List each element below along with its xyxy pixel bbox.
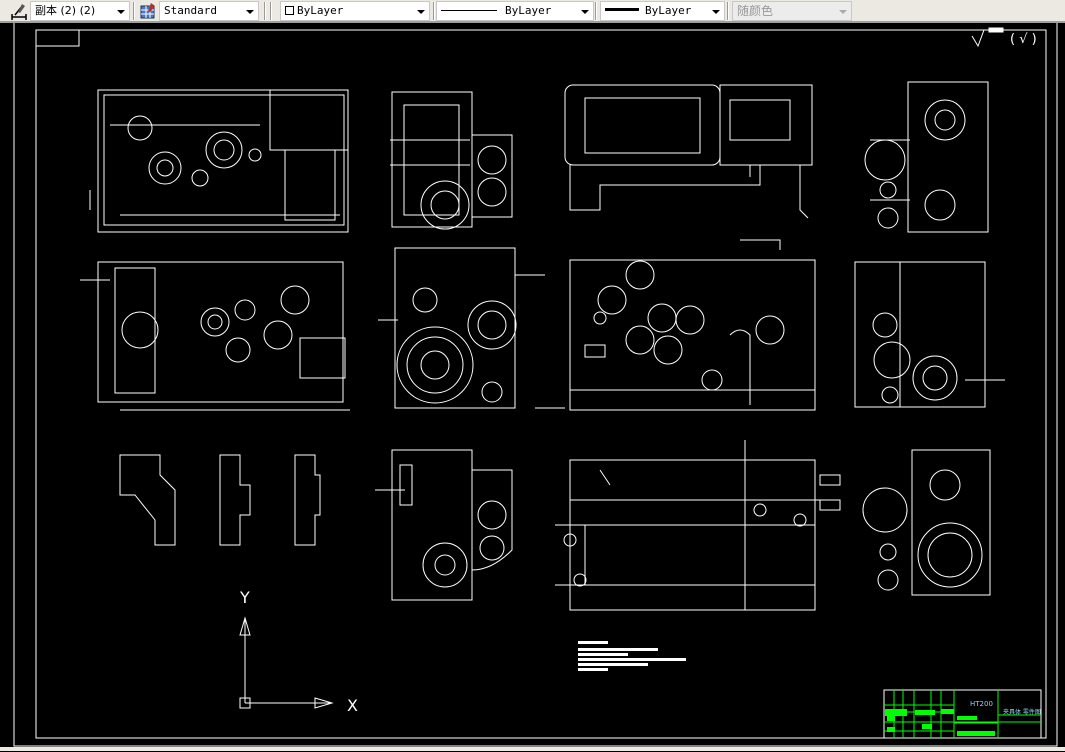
view-12 [862, 449, 991, 596]
drawing-name: 夹具体 零件图 [1003, 708, 1041, 716]
drawing-code: HT200 [970, 700, 993, 708]
chevron-down-icon [417, 10, 425, 14]
ucs-x-label: X [347, 696, 358, 715]
roughness-value [988, 27, 1004, 33]
view-11 [555, 440, 841, 611]
view-6 [378, 247, 545, 409]
view-5 [80, 261, 350, 411]
separator [264, 2, 266, 20]
view-3 [564, 84, 813, 219]
frame-tab [36, 30, 80, 47]
separator [133, 2, 135, 20]
separator [595, 2, 597, 20]
ucs-icon: Y X [239, 588, 358, 715]
outer-border [13, 17, 1058, 747]
drawing-canvas[interactable]: ( √ ) Y X HT200 夹具体 零件图 [0, 17, 1065, 748]
roughness-note: ( √ ) [1010, 32, 1037, 47]
view-8 [854, 261, 1005, 408]
table-style-icon[interactable] [139, 2, 157, 20]
chevron-down-icon [117, 10, 125, 14]
chevron-down-icon [246, 10, 254, 14]
title-block: HT200 夹具体 零件图 [883, 689, 1042, 739]
lineweight-select[interactable]: ByLayer [600, 1, 725, 21]
separator [727, 2, 729, 20]
separator [433, 2, 435, 20]
linetype-select[interactable]: ByLayer [436, 1, 594, 21]
cad-drawing: ( √ ) Y X HT200 夹具体 零件图 [13, 17, 1058, 747]
view-10 [375, 449, 513, 601]
ucs-y-label: Y [239, 588, 250, 607]
dimension-style-select[interactable]: 副本 (2) (2) [30, 1, 130, 21]
layout-tabs-bar[interactable] [0, 747, 1065, 751]
view-1 [89, 89, 349, 233]
separator [270, 2, 272, 20]
properties-toolbar: 副本 (2) (2) Standard ByLayer ByLayer ByLa… [0, 0, 1065, 23]
view-2 [390, 91, 513, 230]
view-4 [864, 81, 989, 233]
table-style-select[interactable]: Standard [159, 1, 259, 21]
chevron-down-icon [712, 10, 720, 14]
dimension-style-icon[interactable] [10, 2, 28, 20]
view-9 [119, 454, 321, 546]
linetype-preview-icon [441, 10, 497, 11]
color-select[interactable]: ByLayer [280, 1, 430, 21]
plot-style-select[interactable]: 随颜色 [732, 1, 852, 21]
chevron-down-icon [839, 10, 847, 14]
chevron-down-icon [581, 10, 589, 14]
lineweight-preview-icon [605, 8, 639, 11]
color-swatch-icon [285, 6, 294, 15]
technical-notes [578, 641, 686, 671]
inner-border [35, 29, 1047, 739]
view-7 [535, 239, 816, 411]
